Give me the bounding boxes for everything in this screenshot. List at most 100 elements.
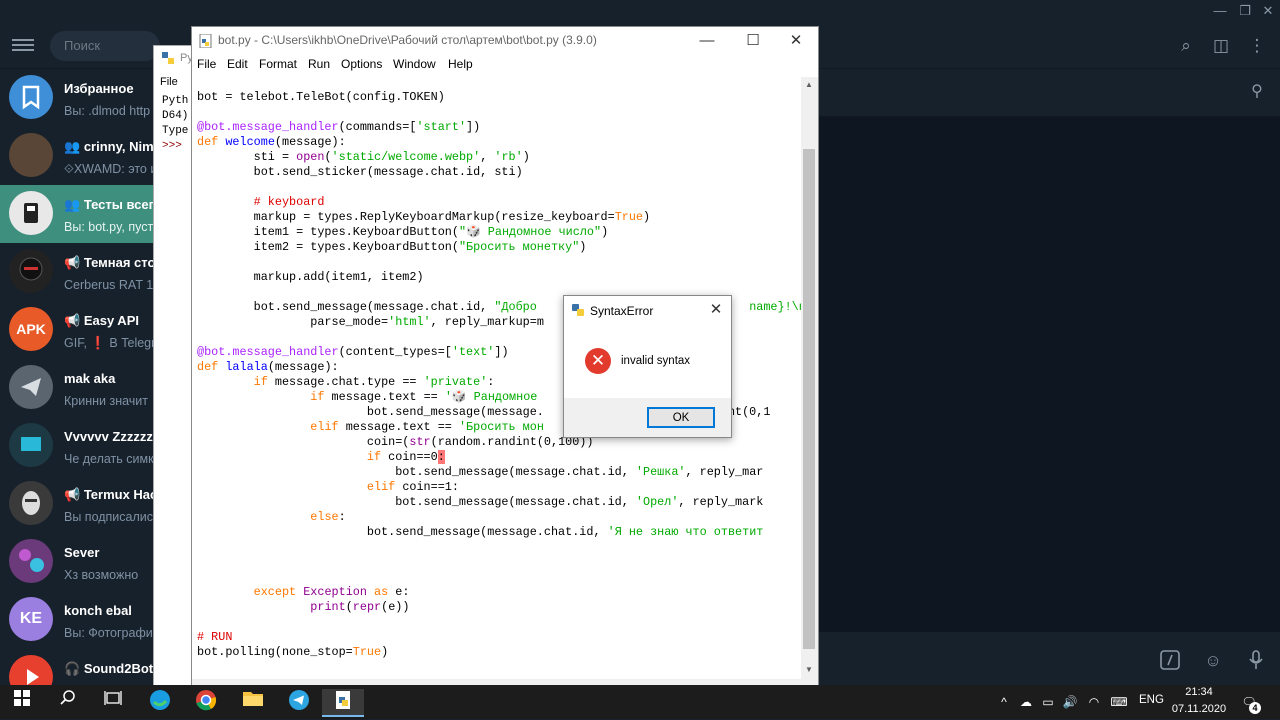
chat-name: 📢 Темная стор [64, 255, 160, 271]
volume-icon[interactable]: 🔊 [1061, 693, 1079, 711]
code-line: bot = telebot.TeleBot(config.TOKEN) [197, 90, 445, 104]
code-line: item2 = types.KeyboardButton("Бросить мо… [197, 240, 587, 254]
file-explorer-icon[interactable] [236, 689, 270, 715]
chevron-up-icon[interactable]: ^ [995, 693, 1013, 711]
shell-menu-file[interactable]: File [160, 76, 178, 88]
more-icon[interactable]: ⋮ [1245, 34, 1269, 58]
scroll-down-icon[interactable]: ▼ [805, 665, 813, 674]
menu-options[interactable]: Options [341, 57, 382, 71]
command-icon[interactable] [1158, 649, 1182, 673]
menu-icon[interactable] [12, 36, 34, 56]
code-line: if message.text == '🎲 Рандомное [310, 390, 538, 404]
windows-start-icon[interactable] [5, 689, 39, 715]
chat-item-crinny[interactable]: 👥 crinny, Nim ⟐XWAMD: это и [0, 127, 160, 185]
maximize-icon[interactable]: ☐ [743, 31, 763, 51]
chat-item-termux[interactable]: 📢 Termux Hac Вы подписались [0, 475, 160, 533]
menu-window[interactable]: Window [393, 57, 436, 71]
code-line: parse_mode='html', reply_markup=m [197, 315, 544, 329]
close-icon[interactable]: ✕ [1256, 0, 1280, 22]
chat-preview: Вы подписались [64, 510, 160, 524]
cloud-icon[interactable]: ☁ [1017, 693, 1035, 711]
python-icon [571, 303, 585, 320]
close-icon[interactable]: ✕ [706, 300, 726, 320]
notification-badge: 4 [1249, 702, 1261, 714]
keyboard-icon[interactable]: ⌨ [1110, 693, 1128, 711]
menu-edit[interactable]: Edit [227, 57, 248, 71]
syntax-error-dialog: SyntaxError ✕ ✕ invalid syntax OK [563, 295, 732, 438]
shell-line: Type [162, 125, 189, 137]
code-line: def lalala(message): [197, 360, 339, 374]
chat-name: 📢 Termux Hac [64, 487, 157, 503]
search-icon[interactable]: ⌕ [1174, 34, 1198, 58]
menu-format[interactable]: Format [259, 57, 297, 71]
shell-line: Pyth [162, 95, 189, 107]
scrollbar-thumb[interactable] [803, 149, 815, 649]
search-input[interactable]: Поиск [50, 31, 160, 61]
battery-icon[interactable]: ▭ [1039, 693, 1057, 711]
search-placeholder: Поиск [64, 38, 101, 53]
chat-item-sever[interactable]: Sever Хз возможно [0, 533, 160, 591]
chat-item-saved[interactable]: Избранное Вы: .dlmod http [0, 69, 160, 127]
code-line: @bot.message_handler(content_types=['tex… [197, 345, 509, 359]
task-view-icon[interactable] [96, 689, 130, 715]
dialog-message: invalid syntax [621, 355, 691, 367]
editor-title: bot.py - C:\Users\ikhb\OneDrive\Рабочий … [218, 33, 597, 47]
chat-area [817, 117, 1280, 632]
clock-time[interactable]: 21:34 [1170, 686, 1228, 698]
microphone-icon[interactable] [1244, 649, 1268, 673]
chrome-icon[interactable] [189, 689, 223, 715]
menu-file[interactable]: File [197, 57, 216, 71]
wifi-icon[interactable]: ◠ [1085, 693, 1103, 711]
avatar [9, 133, 53, 177]
chat-item-konch[interactable]: KE konch ebal Вы: Фотография [0, 591, 160, 649]
dialog-body: ✕ invalid syntax [564, 324, 731, 398]
code-line: bot.send_sticker(message.chat.id, sti) [197, 165, 523, 179]
chat-preview: GIF, ❗ В Telegra [64, 336, 160, 350]
minimize-icon[interactable]: — [1208, 0, 1232, 22]
bot-icon: 🎧 [64, 661, 84, 676]
chat-name: Sever [64, 545, 100, 560]
scroll-up-icon[interactable]: ▲ [805, 80, 813, 89]
code-line: print(repr(e)) [310, 600, 410, 614]
telegram-icon[interactable] [282, 689, 316, 715]
minimize-icon[interactable]: — [697, 31, 717, 51]
chat-preview: Вы: Фотография [64, 626, 160, 640]
python-icon [162, 52, 174, 64]
chat-name-text: Темная стор [83, 255, 160, 270]
avatar [9, 249, 53, 293]
menu-run[interactable]: Run [308, 57, 330, 71]
editor-scrollbar[interactable]: ▲ ▼ [801, 77, 818, 679]
python-idle-icon[interactable] [322, 689, 364, 717]
chat-header: ⚲ [817, 69, 1280, 117]
edge-icon[interactable] [143, 689, 177, 715]
chat-list: Избранное Вы: .dlmod http 👥 crinny, Nim … [0, 69, 160, 685]
chat-name-text: Easy API [83, 313, 139, 328]
language-indicator[interactable]: ENG [1139, 694, 1164, 706]
chat-item-sound2bot[interactable]: 🎧 Sound2Bot - [0, 649, 160, 685]
code-line: elif message.text == 'Бросить мон [310, 420, 544, 434]
close-icon[interactable]: ✕ [786, 31, 806, 51]
chat-name-text: Тесты всего [83, 197, 160, 212]
clock-date[interactable]: 07.11.2020 [1170, 703, 1228, 715]
chat-name-text: crinny, Nim [83, 139, 154, 154]
chat-item-mak-aka[interactable]: mak aka Кринни значит [0, 359, 160, 417]
menu-help[interactable]: Help [448, 57, 473, 71]
chat-item-dark-side[interactable]: 📢 Темная стор Cerberus RAT 1.0 [0, 243, 160, 301]
dialog-titlebar: SyntaxError ✕ [564, 296, 731, 324]
chat-item-vvvvvv[interactable]: Vvvvvv Zzzzzzzz Че делать симк [0, 417, 160, 475]
pin-icon[interactable]: ⚲ [1245, 81, 1269, 105]
chat-item-tests[interactable]: 👥 Тесты всего Вы: bot.py, пуст [0, 185, 160, 243]
telegram-titlebar: — ❐ ✕ [0, 0, 1280, 24]
chat-name: Избранное [64, 81, 134, 96]
bookmark-icon [9, 75, 53, 119]
paper-plane-icon [9, 365, 53, 409]
avatar [9, 539, 53, 583]
emoji-icon[interactable]: ☺ [1201, 649, 1225, 673]
dialog-title: SyntaxError [590, 304, 654, 318]
maximize-icon[interactable]: ❐ [1233, 0, 1257, 22]
sidebar-toggle-icon[interactable]: ◫ [1209, 34, 1233, 58]
chat-item-easy-api[interactable]: APK 📢 Easy API GIF, ❗ В Telegra [0, 301, 160, 359]
group-icon: 👥 [64, 139, 84, 154]
search-icon[interactable] [51, 689, 85, 715]
ok-button[interactable]: OK [647, 407, 715, 428]
